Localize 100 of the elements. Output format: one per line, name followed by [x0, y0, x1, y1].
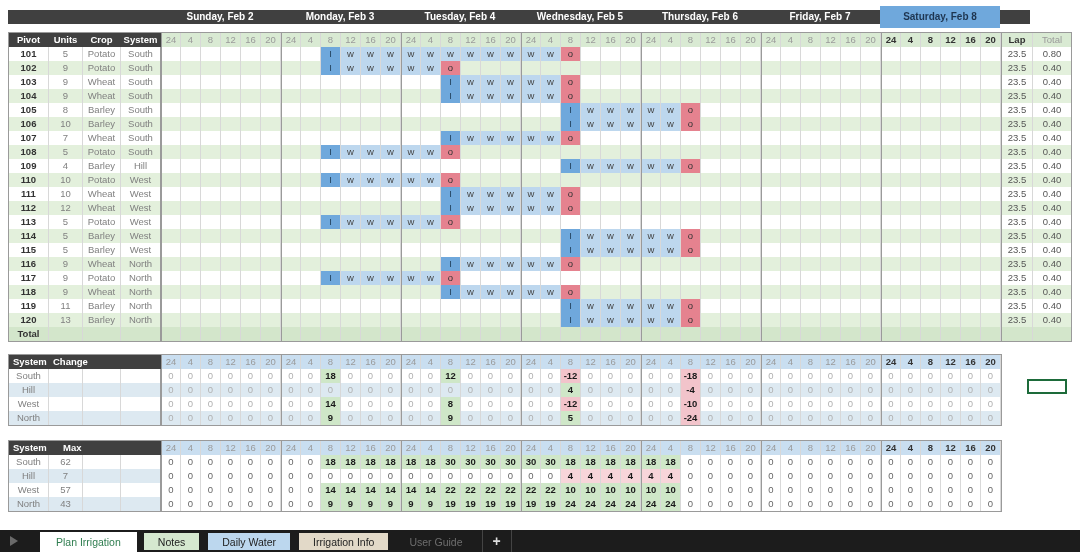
schedule-cell: w	[361, 145, 381, 159]
table-cell: 0	[161, 483, 181, 497]
schedule-cell: w	[401, 215, 421, 229]
schedule-cell: w	[481, 285, 501, 299]
column-header: System	[13, 441, 48, 455]
table-cell: 0	[721, 483, 741, 497]
sheet-tab[interactable]: Irrigation Info	[297, 530, 391, 552]
table-cell: 19	[541, 497, 561, 511]
schedule-cell: w	[621, 313, 641, 327]
add-sheet-button[interactable]: +	[481, 530, 512, 552]
column-header: 16	[481, 33, 501, 47]
schedule-cell: w	[461, 201, 481, 215]
table-cell: West	[121, 229, 161, 243]
column-header: 24	[521, 355, 541, 369]
table-cell: South	[121, 61, 161, 75]
schedule-cell: I	[561, 243, 581, 257]
column-header: 24	[161, 441, 181, 455]
column-header: 20	[501, 33, 521, 47]
column-header: System	[13, 355, 48, 369]
column-header: 20	[261, 355, 281, 369]
table-cell: 0	[181, 469, 201, 483]
schedule-cell: o	[561, 201, 581, 215]
table-cell: 23.5	[1001, 229, 1033, 243]
schedule-cell: w	[501, 257, 521, 271]
schedule-cell: w	[521, 285, 541, 299]
column-header: 8	[201, 355, 221, 369]
schedule-cell: I	[561, 313, 581, 327]
schedule-cell: w	[661, 229, 681, 243]
table-cell: 0	[261, 469, 281, 483]
column-header: 4	[421, 355, 441, 369]
schedule-cell: w	[581, 117, 601, 131]
table-cell: 18	[641, 455, 661, 469]
table-cell-text: 0.40	[1041, 313, 1063, 327]
sheet-tab[interactable]: Notes	[141, 530, 202, 552]
table-cell: 0	[801, 455, 821, 469]
column-header: Lap	[1001, 33, 1033, 47]
column-header: 8	[681, 441, 701, 455]
table-cell: -4	[681, 383, 701, 397]
table-cell: 0	[961, 455, 981, 469]
schedule-cell: I	[441, 257, 461, 271]
column-header: 12	[461, 33, 481, 47]
table-cell: 0	[821, 483, 841, 497]
table-cell: 9	[361, 497, 381, 511]
column-header: 12	[941, 441, 961, 455]
column-header: 8	[561, 33, 581, 47]
table-cell: -18	[681, 369, 701, 383]
table-cell: 10	[661, 483, 681, 497]
column-header: 4	[781, 355, 801, 369]
column-header: 4	[181, 441, 201, 455]
column-header: 8	[201, 33, 221, 47]
schedule-cell: w	[401, 145, 421, 159]
table-cell: 0	[741, 469, 761, 483]
table-cell: 22	[501, 483, 521, 497]
table-cell: 0	[161, 497, 181, 511]
table-cell: North	[9, 411, 49, 425]
column-header: 24	[881, 33, 901, 47]
table-cell: 4	[621, 469, 641, 483]
column-header: 16	[961, 355, 981, 369]
table-cell: 0	[281, 497, 301, 511]
schedule-cell: w	[621, 229, 641, 243]
column-header: 20	[621, 441, 641, 455]
schedule-cell: w	[401, 173, 421, 187]
column-header: 16	[361, 355, 381, 369]
schedule-cell: w	[501, 131, 521, 145]
schedule-cell: w	[421, 271, 441, 285]
table-cell: 102	[9, 61, 49, 75]
table-cell: 0	[941, 483, 961, 497]
day-header: Friday, Feb 7	[788, 10, 852, 24]
schedule-cell: I	[441, 131, 461, 145]
table-cell-text: 0.40	[1041, 103, 1063, 117]
column-header: 20	[261, 33, 281, 47]
sheet-tab[interactable]: Daily Water	[206, 530, 293, 552]
table-cell: 9	[381, 497, 401, 511]
schedule-cell: w	[521, 201, 541, 215]
schedule-cell: w	[521, 187, 541, 201]
table-cell: 0	[761, 469, 781, 483]
scroll-right-icon[interactable]	[10, 536, 18, 546]
table-cell: 19	[521, 497, 541, 511]
table-cell: 18	[561, 455, 581, 469]
table-cell: 24	[641, 497, 661, 511]
table-cell: -24	[681, 411, 701, 425]
column-header: 24	[641, 33, 661, 47]
schedule-cell: w	[541, 257, 561, 271]
schedule-cell: w	[621, 159, 641, 173]
table-cell: 0	[861, 455, 881, 469]
table-cell-text: 0.40	[1041, 299, 1063, 313]
table-cell: 0	[681, 469, 701, 483]
table-cell: 0	[261, 455, 281, 469]
table-cell: 18	[381, 455, 401, 469]
schedule-cell: w	[621, 117, 641, 131]
column-header: 8	[801, 355, 821, 369]
schedule-cell: w	[521, 131, 541, 145]
table-cell: 108	[9, 145, 49, 159]
sheet-tab[interactable]: Plan Irrigation	[40, 530, 137, 552]
column-header: 20	[501, 441, 521, 455]
schedule-cell: w	[581, 313, 601, 327]
column-header: 24	[401, 33, 421, 47]
schedule-cell: w	[501, 47, 521, 61]
column-header: 20	[861, 33, 881, 47]
table-cell: 0	[281, 455, 301, 469]
